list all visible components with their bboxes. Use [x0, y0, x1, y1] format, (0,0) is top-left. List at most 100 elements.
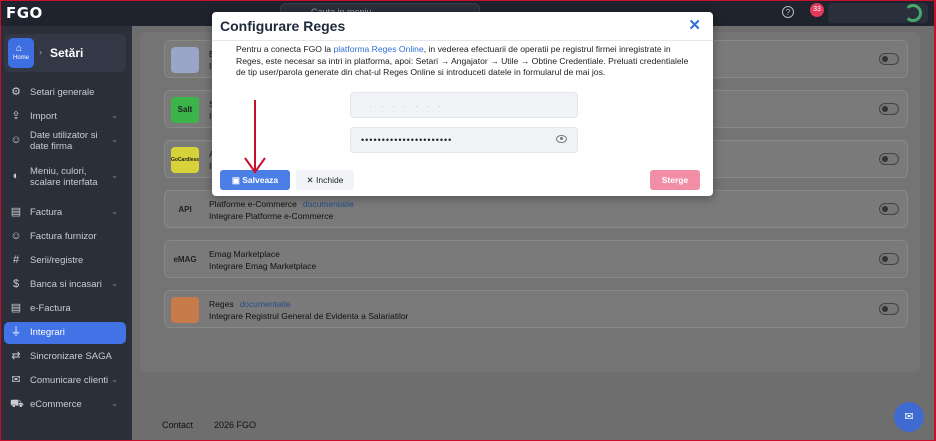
integration-subtitle: Integrare Emag Marketplace: [209, 261, 317, 271]
sidebar-item-label: Banca si incasari: [30, 279, 102, 290]
sidebar-item-8[interactable]: ▤ e-Factura: [4, 298, 126, 320]
integration-title: Reges: [209, 299, 234, 309]
modal-divider: [212, 40, 713, 41]
footer-copyright: 2026 FGO: [214, 420, 257, 430]
x-icon: ✕: [306, 175, 317, 185]
integration-subtitle: Integrare Registrul General de Evidenta …: [209, 311, 409, 321]
username-field[interactable]: · · · · · · ·: [350, 92, 578, 118]
sidebar-header: ⌂ Home › Setări: [4, 34, 126, 72]
integration-toggle[interactable]: [879, 153, 899, 165]
chevron-down-icon: ⌄: [111, 111, 118, 120]
integration-title: Emag Marketplace: [209, 249, 280, 259]
chevron-down-icon: ⌄: [111, 171, 118, 180]
integration-logo: [171, 297, 199, 323]
footer-contact-link[interactable]: Contact: [162, 420, 193, 430]
chat-button[interactable]: ✉: [894, 402, 924, 432]
bank-icon: $: [12, 278, 20, 290]
upload-icon: ⇪: [11, 110, 21, 122]
integration-logo: API: [171, 197, 199, 223]
floppy-icon: ▣: [231, 175, 243, 185]
chevron-down-icon: ⌄: [111, 135, 118, 144]
sidebar: ⌂ Home › Setări ⚙ Setari generale ⇪ Import ⌄…: [0, 26, 132, 441]
sidebar-item-label: Factura: [30, 207, 63, 218]
sidebar-item-label: Setari generale: [30, 87, 95, 98]
close-button[interactable]: ✕ Inchide: [296, 170, 354, 190]
sidebar-item-7[interactable]: $ Banca si incasari ⌄: [4, 274, 126, 296]
integration-toggle[interactable]: [879, 103, 899, 115]
sidebar-title: Setări: [50, 46, 84, 60]
sync-icon: ⇄: [11, 350, 21, 362]
efactura-icon: ▤: [10, 302, 22, 314]
home-icon: ⌂: [16, 43, 23, 54]
documentation-link[interactable]: documentatie: [303, 199, 354, 209]
close-label: Inchide: [316, 175, 344, 185]
sidebar-item-10[interactable]: ⇄ Sincronizare SAGA: [4, 346, 126, 368]
chevron-down-icon: ⌄: [111, 399, 118, 408]
sidebar-item-label: Serii/registre: [30, 255, 84, 266]
integration-title: Platforme e-Commerce: [209, 199, 297, 209]
notification-badge[interactable]: 33: [810, 3, 824, 17]
chevron-down-icon: ⌄: [111, 375, 118, 384]
sidebar-item-4[interactable]: ▤ Factura ⌄: [4, 202, 126, 224]
home-label: Home: [12, 55, 29, 61]
sidebar-item-label: Comunicare clienti: [30, 375, 109, 386]
sidebar-item-6[interactable]: # Serii/registre: [4, 250, 126, 272]
password-field[interactable]: ••••••••••••••••••••••: [350, 127, 578, 153]
sidebar-item-label: Sincronizare SAGA: [30, 351, 112, 362]
sidebar-item-label: Integrari: [30, 327, 65, 338]
integration-title-row: Emag Marketplace: [209, 249, 280, 259]
app-logo[interactable]: FGO: [6, 4, 43, 22]
sidebar-item-label: Import: [30, 111, 57, 122]
sidebar-item-5[interactable]: ☺ Factura furnizor: [4, 226, 126, 248]
chat-icon: ✉: [904, 411, 914, 423]
annotation-arrow: [244, 100, 266, 174]
integration-subtitle: Integrare Platforme e-Commerce: [209, 211, 334, 221]
reges-online-link[interactable]: platforma Reges Online: [333, 44, 423, 54]
sidebar-item-label: Date utilizator si date firma: [30, 130, 98, 152]
help-icon[interactable]: ?: [782, 6, 794, 18]
integration-toggle[interactable]: [879, 53, 899, 65]
sidebar-item-11[interactable]: ✉ Comunicare clienti ⌄: [4, 370, 126, 392]
integration-logo: [171, 47, 199, 73]
close-icon[interactable]: ✕: [688, 16, 701, 34]
description-text: Pentru a conecta FGO la: [236, 44, 334, 54]
sidebar-item-3[interactable]: ◐ Meniu, culori, scalare interfata ⌄: [4, 166, 126, 196]
sidebar-item-label: Factura furnizor: [30, 231, 97, 242]
modal-title: Configurare Reges: [220, 18, 346, 34]
sidebar-item-label: Meniu, culori, scalare interfata: [30, 166, 98, 188]
integration-title-row: Reges documentatie: [209, 299, 291, 309]
sidebar-item-12[interactable]: ⛟ eCommerce ⌄: [4, 394, 126, 416]
integration-logo: eMAG: [171, 247, 199, 273]
save-label: Salveaza: [242, 175, 279, 185]
integration-card: Reges documentatie Integrare Registrul Gen…: [164, 290, 908, 328]
password-value: ••••••••••••••••••••••: [361, 135, 453, 145]
palette-icon: ◐: [12, 170, 20, 182]
home-button[interactable]: ⌂ Home: [8, 38, 34, 68]
integration-title-row: Platforme e-Commerce documentatie: [209, 199, 354, 209]
document-icon: ▤: [10, 206, 22, 218]
documentation-link[interactable]: documentatie: [240, 299, 291, 309]
delete-button[interactable]: Sterge: [650, 170, 700, 190]
chevron-down-icon: ⌄: [111, 279, 118, 288]
modal-description: Pentru a conecta FGO la platforma Reges …: [236, 44, 700, 79]
sidebar-item-9[interactable]: ⏚ Integrari: [4, 322, 126, 344]
integration-card: eMAG Emag Marketplace Integrare Emag Marke…: [164, 240, 908, 278]
eye-icon[interactable]: [556, 135, 567, 143]
supplier-icon: ☺: [10, 230, 22, 242]
hash-icon: #: [12, 254, 20, 266]
configure-reges-modal: Configurare Reges ✕ Pentru a conecta FGO…: [212, 12, 713, 196]
integration-toggle[interactable]: [879, 253, 899, 265]
sidebar-item-label: eCommerce: [30, 399, 82, 410]
progress-ring-icon[interactable]: [904, 4, 922, 22]
integration-toggle[interactable]: [879, 203, 899, 215]
sidebar-item-label: e-Factura: [30, 303, 71, 314]
integration-logo: Salt: [171, 97, 199, 123]
integration-toggle[interactable]: [879, 303, 899, 315]
chevron-right-icon: ›: [39, 47, 42, 57]
chevron-down-icon: ⌄: [111, 207, 118, 216]
sidebar-item-1[interactable]: ⇪ Import ⌄: [4, 106, 126, 128]
sidebar-item-0[interactable]: ⚙ Setari generale: [4, 82, 126, 104]
sidebar-item-2[interactable]: ☺ Date utilizator si date firma ⌄: [4, 130, 126, 160]
mail-icon: ✉: [11, 374, 21, 386]
integration-logo: GoCardless: [171, 147, 199, 173]
